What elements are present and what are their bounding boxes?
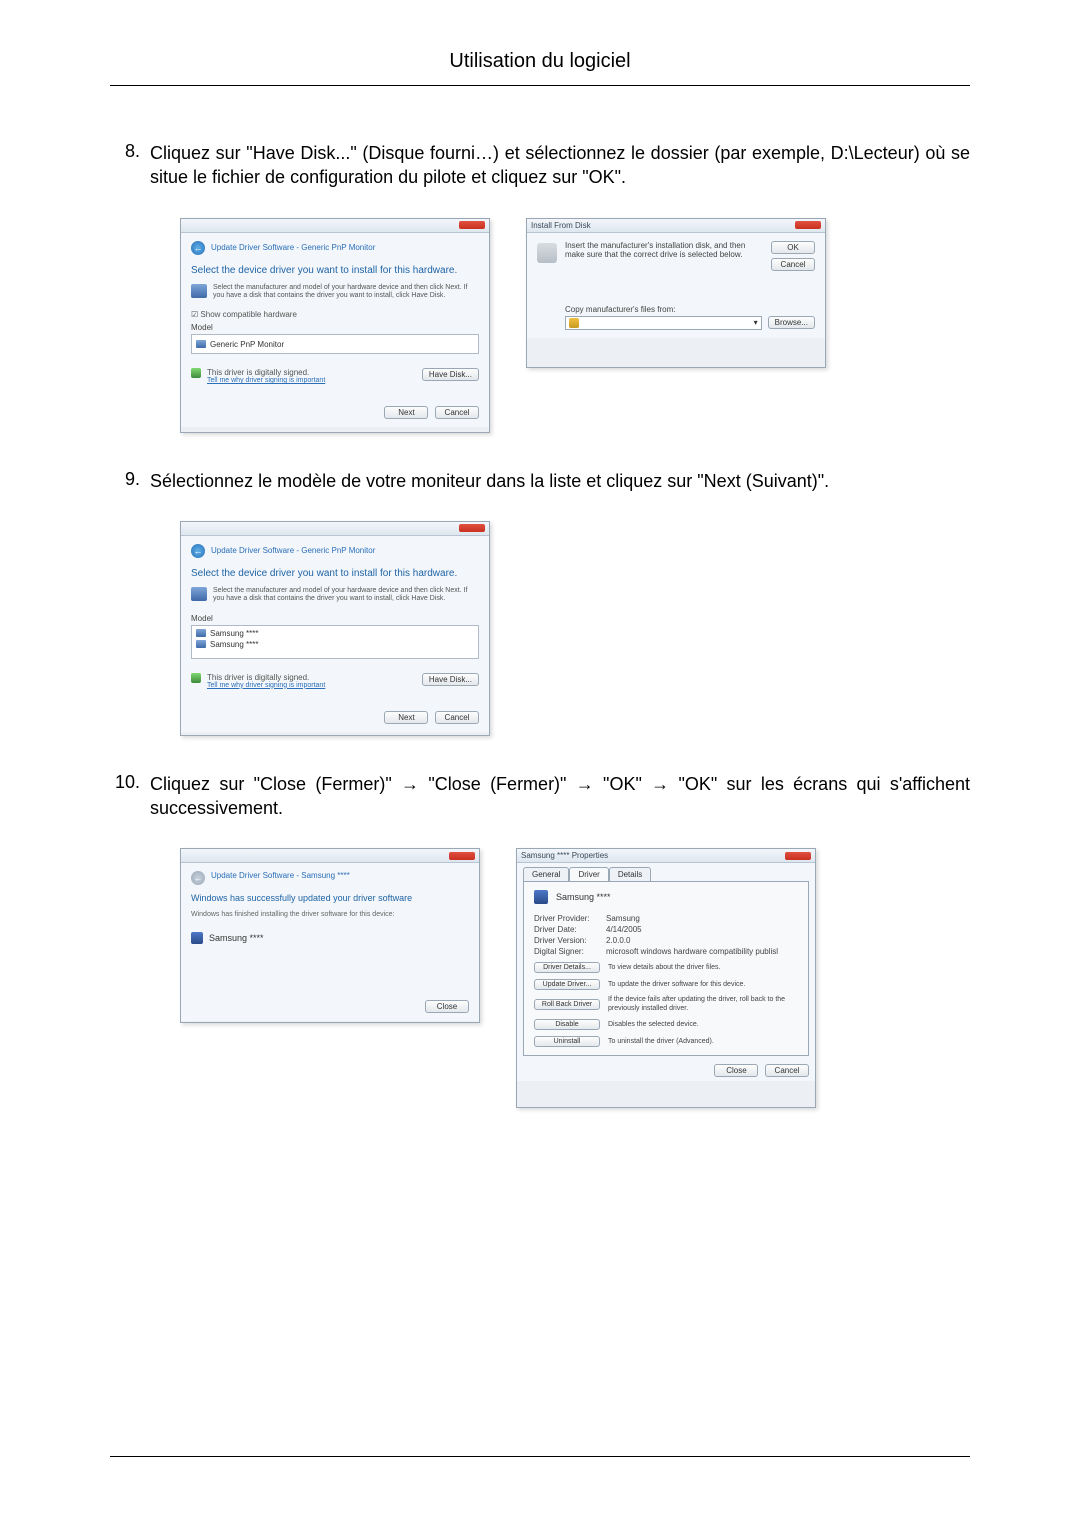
signing-link[interactable]: Tell me why driver signing is important <box>207 377 325 384</box>
date-value: 4/14/2005 <box>606 925 642 934</box>
signer-label: Digital Signer: <box>534 947 606 956</box>
rollback-driver-button[interactable]: Roll Back Driver <box>534 999 600 1010</box>
close-icon[interactable] <box>459 524 485 532</box>
dialog-install-from-disk: Install From Disk Insert the manufacture… <box>526 218 826 368</box>
driver-details-desc: To view details about the driver files. <box>608 964 798 972</box>
cancel-button[interactable]: Cancel <box>771 258 815 271</box>
model-list[interactable]: Generic PnP Monitor <box>191 334 479 354</box>
dropdown-arrow-icon: ▾ <box>754 318 758 327</box>
shield-icon <box>191 368 201 378</box>
path-combobox[interactable]: ▾ <box>565 316 762 330</box>
version-label: Driver Version: <box>534 936 606 945</box>
provider-value: Samsung <box>606 914 640 923</box>
cancel-button[interactable]: Cancel <box>435 406 479 419</box>
breadcrumb: Update Driver Software - Samsung **** <box>211 871 350 885</box>
floppy-icon <box>537 243 557 263</box>
dialog-select-model: ← Update Driver Software - Generic PnP M… <box>180 521 490 736</box>
close-icon[interactable] <box>795 221 821 229</box>
show-compatible-checkbox[interactable]: ☑ Show compatible hardware <box>191 310 479 319</box>
model-list[interactable]: Samsung **** Samsung **** <box>191 625 479 659</box>
step-8-text: Cliquez sur "Have Disk..." (Disque fourn… <box>150 141 970 190</box>
cancel-button[interactable]: Cancel <box>765 1064 809 1077</box>
success-sub: Windows has finished installing the driv… <box>191 911 469 918</box>
provider-label: Driver Provider: <box>534 914 606 923</box>
dialog-instruction: Select the manufacturer and model of you… <box>213 587 479 604</box>
drive-icon <box>569 318 579 328</box>
copy-from-label: Copy manufacturer's files from: <box>565 305 815 314</box>
step-8-number: 8. <box>110 141 150 162</box>
driver-details-button[interactable]: Driver Details... <box>534 962 600 973</box>
step-9-number: 9. <box>110 469 150 490</box>
close-icon[interactable] <box>449 852 475 860</box>
update-driver-button[interactable]: Update Driver... <box>534 979 600 990</box>
model-item-1: Samsung **** <box>210 629 258 638</box>
disable-desc: Disables the selected device. <box>608 1021 798 1029</box>
dialog-update-driver: ← Update Driver Software - Generic PnP M… <box>180 218 490 433</box>
model-label: Model <box>191 323 479 332</box>
dialog-properties: Samsung **** Properties General Driver D… <box>516 848 816 1108</box>
install-message: Insert the manufacturer's installation d… <box>565 241 763 271</box>
step-8: 8. Cliquez sur "Have Disk..." (Disque fo… <box>110 141 970 190</box>
monitor-icon <box>191 932 203 944</box>
have-disk-button[interactable]: Have Disk... <box>422 673 479 686</box>
breadcrumb: Update Driver Software - Generic PnP Mon… <box>211 546 375 555</box>
next-button[interactable]: Next <box>384 406 428 419</box>
footer-separator <box>110 1456 970 1457</box>
monitor-icon <box>191 284 207 298</box>
step-10-text: Cliquez sur "Close (Fermer)" → "Close (F… <box>150 772 970 821</box>
next-button[interactable]: Next <box>384 711 428 724</box>
success-heading: Windows has successfully updated your dr… <box>191 893 469 903</box>
shield-icon <box>191 673 201 683</box>
device-name: Samsung **** <box>556 892 611 902</box>
dialog-heading: Select the device driver you want to ins… <box>191 265 479 276</box>
back-icon: ← <box>191 871 205 885</box>
version-value: 2.0.0.0 <box>606 936 630 945</box>
update-driver-desc: To update the driver software for this d… <box>608 981 798 989</box>
close-icon[interactable] <box>459 221 485 229</box>
dialog-instruction: Select the manufacturer and model of you… <box>213 284 479 301</box>
disable-button[interactable]: Disable <box>534 1019 600 1030</box>
page-header: Utilisation du logiciel <box>110 50 970 86</box>
model-label: Model <box>191 614 479 623</box>
signing-link[interactable]: Tell me why driver signing is important <box>207 682 325 689</box>
step-9: 9. Sélectionnez le modèle de votre monit… <box>110 469 970 493</box>
date-label: Driver Date: <box>534 925 606 934</box>
back-icon[interactable]: ← <box>191 241 205 255</box>
dialog-heading: Select the device driver you want to ins… <box>191 568 479 579</box>
device-name: Samsung **** <box>209 933 264 943</box>
ok-button[interactable]: OK <box>771 241 815 254</box>
tab-driver[interactable]: Driver <box>569 867 608 881</box>
step-10-number: 10. <box>110 772 150 793</box>
step-10: 10. Cliquez sur "Close (Fermer)" → "Clos… <box>110 772 970 821</box>
close-button[interactable]: Close <box>425 1000 469 1013</box>
have-disk-button[interactable]: Have Disk... <box>422 368 479 381</box>
window-title: Install From Disk <box>531 221 591 230</box>
uninstall-button[interactable]: Uninstall <box>534 1036 600 1047</box>
tab-general[interactable]: General <box>523 867 569 881</box>
back-icon[interactable]: ← <box>191 544 205 558</box>
dialog-update-success: ← Update Driver Software - Samsung **** … <box>180 848 480 1023</box>
step-9-text: Sélectionnez le modèle de votre moniteur… <box>150 469 970 493</box>
window-title: Samsung **** Properties <box>521 851 608 860</box>
monitor-item-icon <box>196 629 206 637</box>
monitor-item-icon <box>196 340 206 348</box>
monitor-icon <box>534 890 548 904</box>
close-button[interactable]: Close <box>714 1064 758 1077</box>
model-item: Generic PnP Monitor <box>210 340 284 349</box>
browse-button[interactable]: Browse... <box>768 316 815 329</box>
close-icon[interactable] <box>785 852 811 860</box>
cancel-button[interactable]: Cancel <box>435 711 479 724</box>
uninstall-desc: To uninstall the driver (Advanced). <box>608 1038 798 1046</box>
breadcrumb: Update Driver Software - Generic PnP Mon… <box>211 243 375 252</box>
tab-details[interactable]: Details <box>609 867 651 881</box>
monitor-icon <box>191 587 207 601</box>
rollback-driver-desc: If the device fails after updating the d… <box>608 996 798 1013</box>
signed-text: This driver is digitally signed. <box>207 673 325 682</box>
signer-value: microsoft windows hardware compatibility… <box>606 947 778 956</box>
model-item-2: Samsung **** <box>210 640 258 649</box>
signed-text: This driver is digitally signed. <box>207 368 325 377</box>
monitor-item-icon <box>196 640 206 648</box>
